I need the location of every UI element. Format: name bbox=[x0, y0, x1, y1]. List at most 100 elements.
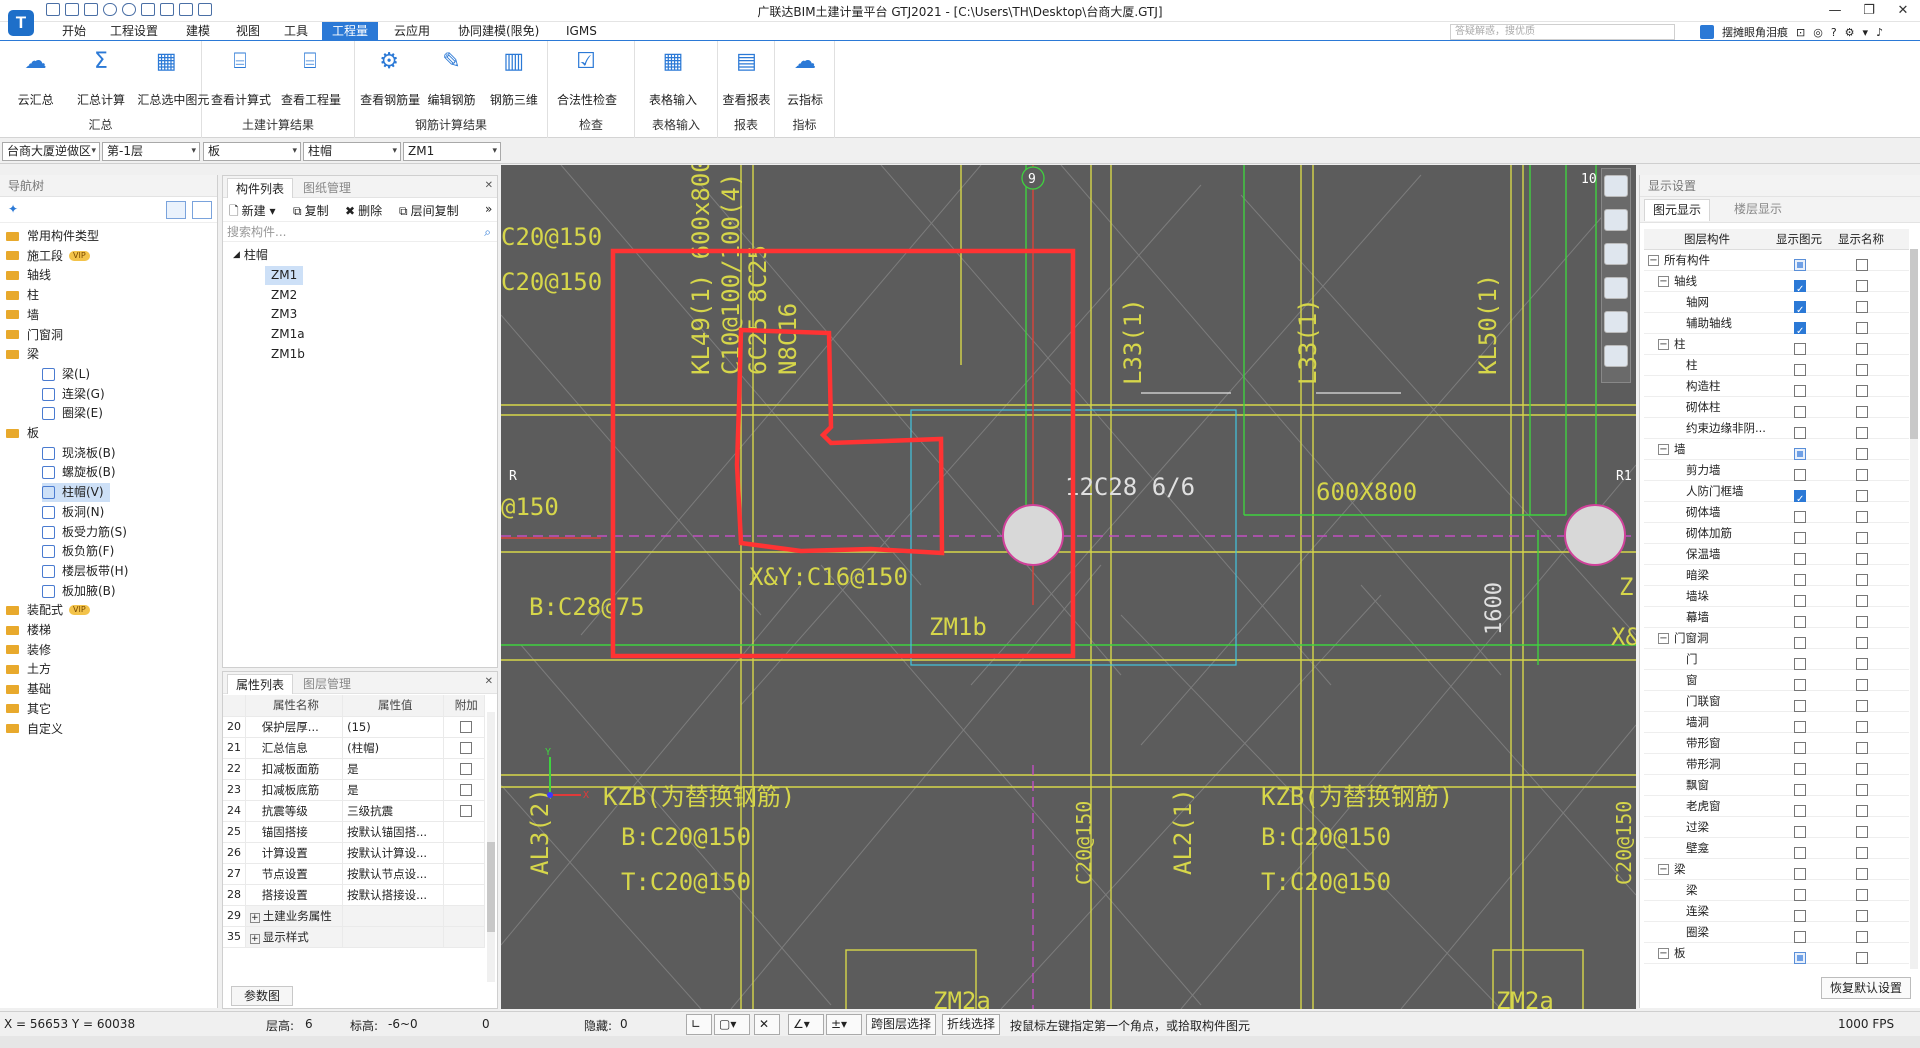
nav-tree-leaf[interactable]: 梁(L) bbox=[42, 365, 90, 384]
settings-icon[interactable]: ⚙ bbox=[1845, 26, 1855, 39]
nav-tree-leaf[interactable]: 螺旋板(B) bbox=[42, 463, 116, 482]
snap-icon[interactable]: ▢▾ bbox=[714, 1014, 750, 1035]
panel-icon[interactable] bbox=[1604, 345, 1628, 367]
collapse-icon[interactable]: − bbox=[1658, 444, 1669, 455]
layer-row[interactable]: 带形窗 bbox=[1644, 733, 1909, 754]
bell-icon[interactable]: ♪ bbox=[1876, 26, 1883, 39]
ribbon-button[interactable]: Σ 汇总计算 bbox=[72, 47, 130, 108]
ribbon-button[interactable]: ☁ 云指标 bbox=[776, 47, 834, 108]
property-value[interactable]: 按默认计算设... bbox=[342, 842, 445, 864]
layer-row[interactable]: − 墙 bbox=[1644, 439, 1909, 460]
component-item[interactable]: ZM2 bbox=[265, 286, 303, 305]
nav-tree-item[interactable]: 施工段 VIP bbox=[6, 247, 90, 265]
nav-tree-leaf[interactable]: 板洞(N) bbox=[42, 503, 104, 522]
menu-tab[interactable]: 开始 bbox=[52, 22, 96, 41]
maximize-button[interactable]: ❐ bbox=[1852, 0, 1886, 22]
sheet-icon[interactable] bbox=[141, 3, 155, 16]
nav-tree-leaf[interactable]: 连梁(G) bbox=[42, 385, 105, 404]
layer-row[interactable]: 过梁 bbox=[1644, 817, 1909, 838]
nav-tree-leaf[interactable]: 圈梁(E) bbox=[42, 404, 103, 423]
layer-row[interactable]: − 柱 bbox=[1644, 334, 1909, 355]
filter-combo[interactable]: 柱帽 ▾ bbox=[303, 142, 401, 161]
params-diagram-button[interactable]: 参数图 bbox=[231, 986, 293, 1006]
nav-tree-item[interactable]: 自定义 bbox=[6, 720, 63, 738]
layer-row[interactable]: 柱 bbox=[1644, 355, 1909, 376]
table-row[interactable]: 26 计算设置 按默认计算设... bbox=[223, 842, 485, 864]
tab-floor-display[interactable]: 楼层显示 bbox=[1726, 199, 1790, 221]
nav-tree-item[interactable]: 柱 bbox=[6, 286, 39, 304]
layer-row[interactable]: 砌体加筋 bbox=[1644, 523, 1909, 544]
nav-tree-leaf[interactable]: 柱帽(V) bbox=[42, 483, 110, 503]
layer-row[interactable]: 门 bbox=[1644, 649, 1909, 670]
property-value[interactable] bbox=[342, 905, 445, 927]
close-icon[interactable]: ✕ bbox=[485, 180, 493, 191]
tab-property-list[interactable]: 属性列表 bbox=[227, 674, 294, 694]
user-name[interactable]: 摆摊眼角泪痕 bbox=[1722, 24, 1788, 40]
table-row[interactable]: 27 节点设置 按默认节点设... bbox=[223, 863, 485, 885]
attach-checkbox[interactable] bbox=[460, 763, 473, 775]
avatar[interactable] bbox=[1700, 25, 1714, 39]
list-view-icon[interactable] bbox=[166, 201, 186, 219]
layer-row[interactable]: − 板 bbox=[1644, 943, 1909, 964]
ribbon-button[interactable]: ⚙ 查看钢筋量 bbox=[360, 47, 420, 108]
cross-icon[interactable]: ✕ bbox=[754, 1014, 780, 1035]
collapse-icon[interactable]: − bbox=[1658, 276, 1669, 287]
property-value[interactable]: (15) bbox=[342, 716, 445, 738]
collapse-icon[interactable]: − bbox=[1648, 255, 1659, 266]
nav-tree-item[interactable]: 装配式 VIP bbox=[6, 601, 90, 619]
component-search-input[interactable]: 搜索构件... ⌕ bbox=[223, 222, 497, 242]
property-value[interactable]: 三级抗震 bbox=[342, 800, 445, 822]
nav-tree-item[interactable]: 楼梯 bbox=[6, 621, 51, 639]
undo-icon[interactable] bbox=[103, 3, 117, 16]
layer-row[interactable]: 砌体柱 bbox=[1644, 397, 1909, 418]
ribbon-button[interactable]: ▦ 表格输入 bbox=[644, 47, 702, 108]
minimize-button[interactable]: — bbox=[1818, 0, 1852, 22]
menu-tab[interactable]: 协同建模(限免) bbox=[448, 22, 549, 41]
ribbon-button[interactable]: ▦ 汇总选中图元 bbox=[137, 47, 209, 108]
new-file-icon[interactable] bbox=[46, 3, 60, 16]
ribbon-button[interactable]: ✎ 编辑钢筋 bbox=[423, 47, 481, 108]
nav-tree-item[interactable]: 装修 bbox=[6, 641, 51, 659]
property-value[interactable]: (柱帽) bbox=[342, 737, 445, 759]
3d-box-icon[interactable] bbox=[1604, 277, 1628, 299]
tab-element-display[interactable]: 图元显示 bbox=[1644, 199, 1711, 221]
collapse-icon[interactable]: − bbox=[1658, 864, 1669, 875]
layer-row[interactable]: 墙垛 bbox=[1644, 586, 1909, 607]
open-file-icon[interactable] bbox=[65, 3, 79, 16]
property-value[interactable]: 按默认搭接设... bbox=[342, 884, 445, 906]
grid-view-icon[interactable] bbox=[192, 201, 212, 219]
table-row[interactable]: 28 搭接设置 按默认搭接设... bbox=[223, 884, 485, 906]
collapse-icon[interactable]: − bbox=[1658, 339, 1669, 350]
expand-icon[interactable]: + bbox=[249, 912, 260, 923]
layer-row[interactable]: 梁 bbox=[1644, 880, 1909, 901]
component-item[interactable]: ZM1 bbox=[265, 266, 304, 285]
component-item[interactable]: ZM3 bbox=[265, 305, 303, 324]
menu-tab[interactable]: 工程量 bbox=[322, 22, 379, 41]
show-element-checkbox[interactable] bbox=[1794, 947, 1806, 968]
nav-tree-item[interactable]: 墙 bbox=[6, 306, 39, 324]
layer-row[interactable]: 飘窗 bbox=[1644, 775, 1909, 796]
offset-icon[interactable]: ±▾ bbox=[826, 1014, 862, 1035]
rotate-icon[interactable] bbox=[1604, 311, 1628, 333]
copy-button[interactable]: ⧉ 复制 bbox=[293, 202, 329, 219]
layer-row[interactable]: 圈梁 bbox=[1644, 922, 1909, 943]
grid-icon[interactable] bbox=[160, 3, 174, 16]
tab-component-list[interactable]: 构件列表 bbox=[227, 178, 294, 198]
layer-row[interactable]: 剪力墙 bbox=[1644, 460, 1909, 481]
search-icon[interactable]: ⌕ bbox=[484, 222, 491, 242]
component-item[interactable]: ZM1b bbox=[265, 345, 311, 364]
layer-row[interactable]: 人防门框墙 bbox=[1644, 481, 1909, 510]
close-icon[interactable]: ✕ bbox=[485, 676, 493, 687]
component-item[interactable]: ZM1a bbox=[265, 325, 311, 344]
ribbon-button[interactable]: ☁ 云汇总 bbox=[7, 47, 65, 108]
scrollbar[interactable] bbox=[1910, 249, 1918, 969]
nav-tree-item[interactable]: 常用构件类型 bbox=[6, 227, 99, 245]
expand-icon[interactable]: + bbox=[249, 933, 260, 944]
new-button[interactable]: 🗋 新建 ▾ bbox=[229, 202, 276, 223]
drawing-canvas[interactable]: 9 10 R R1 B:C28@75 X&Y:C16@150 ZM1b 12C2… bbox=[501, 165, 1636, 1009]
cube-view-icon[interactable] bbox=[1604, 209, 1628, 231]
layer-row[interactable]: 约束边缘非阴... bbox=[1644, 418, 1909, 439]
layer-row[interactable]: 暗梁 bbox=[1644, 565, 1909, 586]
attach-checkbox[interactable] bbox=[460, 784, 473, 796]
orbit-icon[interactable] bbox=[1604, 175, 1628, 197]
